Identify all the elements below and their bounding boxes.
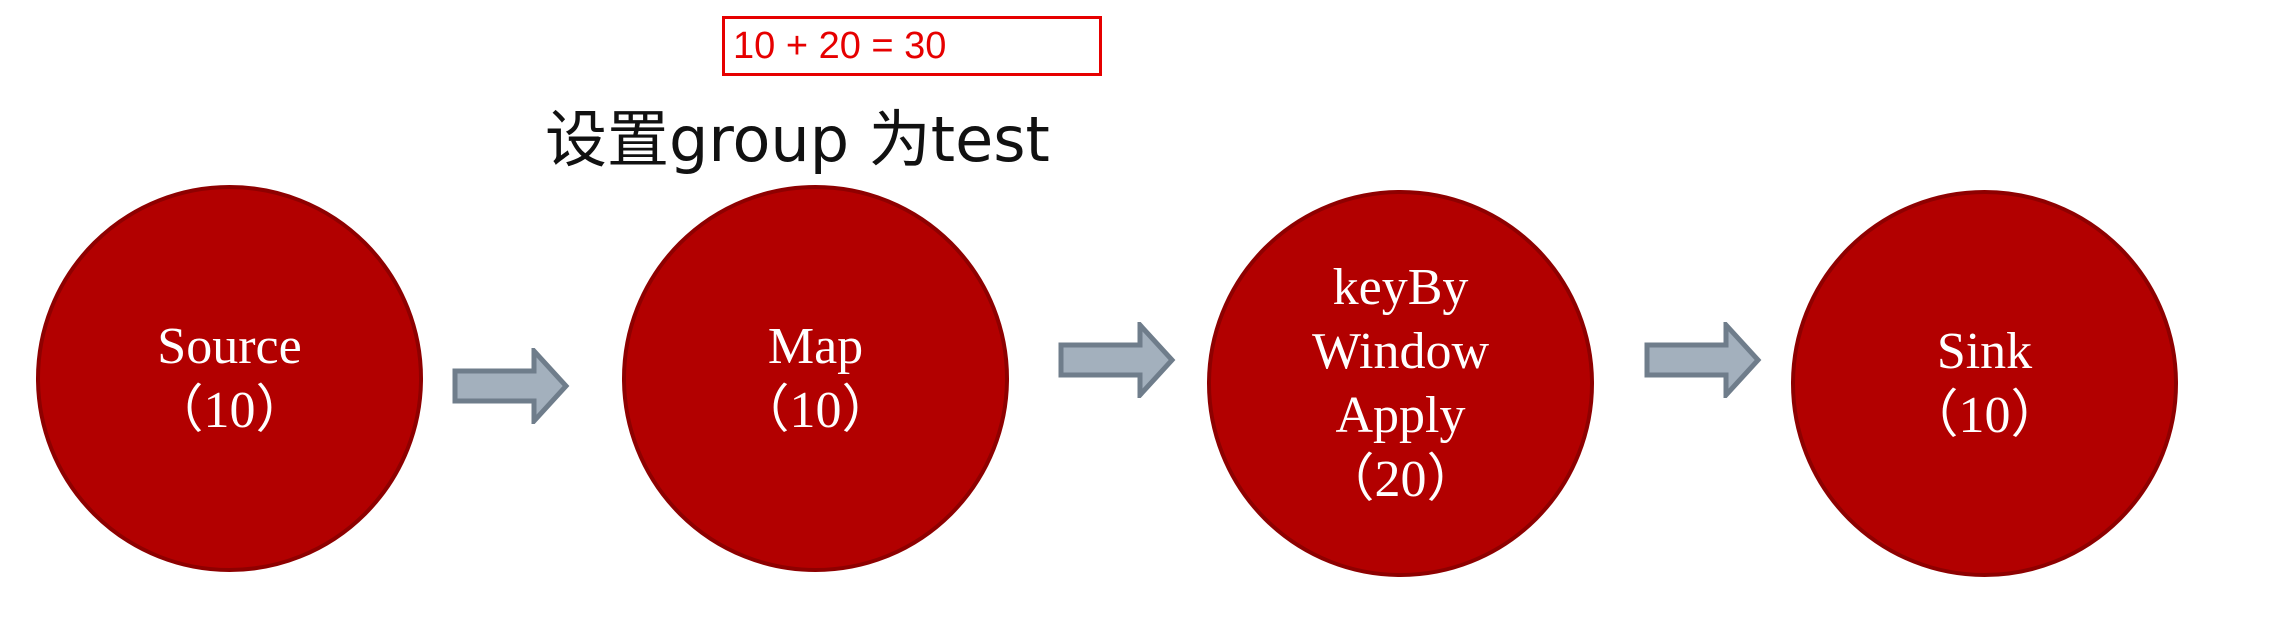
node-window-line-apply: Apply	[1335, 386, 1466, 444]
node-window-line-window: Window	[1312, 322, 1489, 380]
node-sink-parallelism: （10）	[1906, 386, 2063, 444]
node-window-parallelism: （20）	[1322, 450, 1479, 508]
node-source-name: Source	[157, 317, 302, 375]
formula-text: 10 + 20 = 30	[733, 25, 947, 67]
arrow-window-to-sink	[1644, 322, 1762, 398]
node-source-parallelism: （10）	[151, 381, 308, 439]
node-sink-name: Sink	[1936, 322, 2033, 380]
arrow-map-to-window	[1058, 322, 1176, 398]
node-window-line-keyby: keyBy	[1332, 258, 1469, 316]
formula-box: 10 + 20 = 30	[722, 16, 1102, 76]
node-sink: Sink （10）	[1791, 190, 2178, 577]
node-keyby-window-apply: keyBy Window Apply （20）	[1207, 190, 1594, 577]
node-map-parallelism: （10）	[737, 381, 894, 439]
arrow-source-to-map	[452, 348, 570, 424]
group-label: 设置group 为test	[545, 103, 1050, 176]
node-map-name: Map	[767, 317, 864, 375]
node-source: Source （10）	[36, 185, 423, 572]
node-map: Map （10）	[622, 185, 1009, 572]
